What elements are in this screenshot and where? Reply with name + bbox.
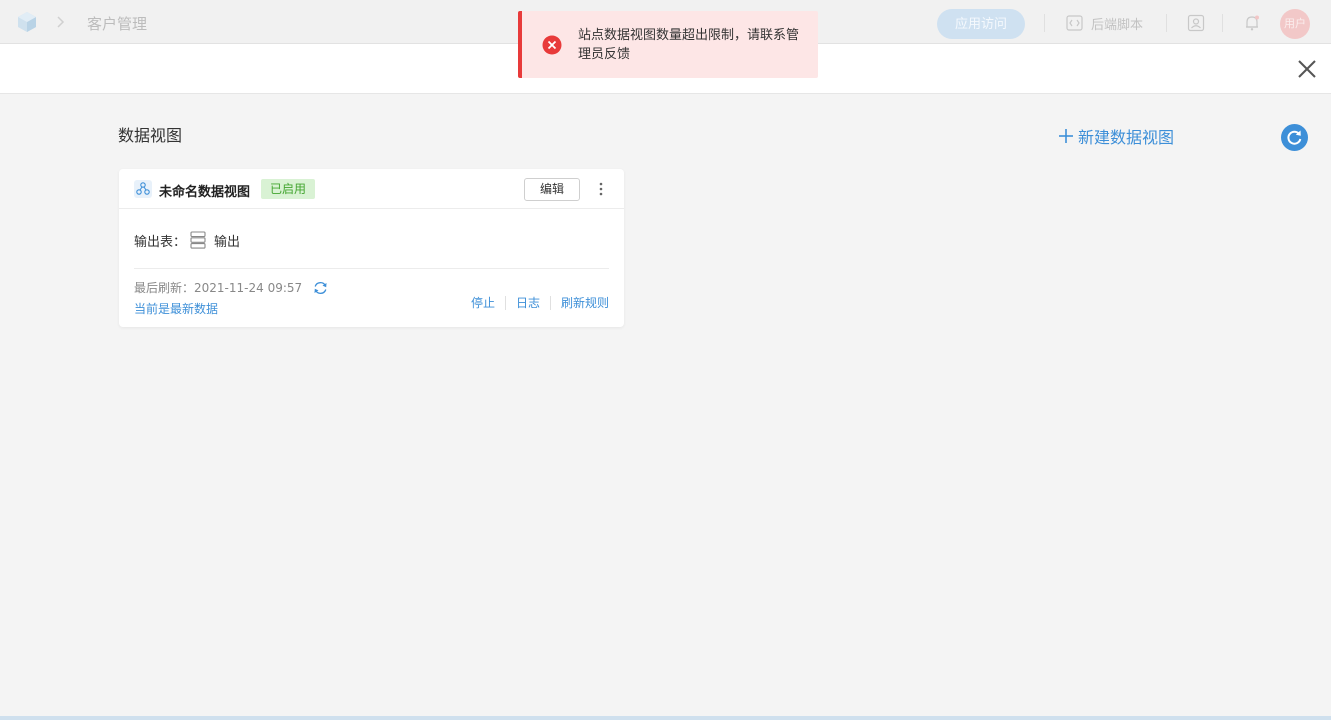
refresh-rules-link[interactable]: 刷新规则 (561, 294, 609, 311)
new-data-view-button[interactable]: 新建数据视图 (1058, 124, 1174, 148)
last-refresh-label: 最后刷新： (134, 281, 195, 295)
divider (134, 268, 609, 269)
new-data-view-label: 新建数据视图 (1078, 128, 1175, 147)
app-name[interactable]: 客户管理 (87, 13, 147, 34)
last-refresh-row: 最后刷新： 2021-11-24 09:57 (134, 279, 329, 296)
latest-data-status: 当前是最新数据 (134, 302, 219, 316)
error-toast: 站点数据视图数量超出限制，请联系管理员反馈 (518, 11, 818, 78)
divider (1222, 14, 1223, 32)
table-icon (190, 231, 206, 249)
divider (1044, 14, 1045, 32)
divider (549, 295, 551, 310)
user-avatar[interactable]: 用户 (1280, 9, 1310, 39)
plus-icon (1059, 129, 1073, 143)
close-icon[interactable] (1296, 58, 1318, 80)
data-view-icon (134, 180, 152, 198)
log-link[interactable]: 日志 (516, 294, 540, 311)
contact-card-icon[interactable] (1187, 14, 1205, 32)
sync-icon[interactable] (312, 280, 329, 296)
data-view-card: 未命名数据视图 已启用 编辑 输出表： 输出 最后刷新： 2021-11-24 … (119, 169, 624, 327)
data-view-name: 未命名数据视图 (159, 185, 251, 200)
last-refresh-time: 2021-11-24 09:57 (194, 280, 303, 295)
bottom-strip (0, 716, 1331, 720)
output-table-name[interactable]: 输出 (214, 231, 240, 250)
bell-icon[interactable] (1243, 14, 1261, 32)
app-logo-icon[interactable] (15, 10, 39, 34)
card-header: 未命名数据视图 已启用 编辑 (119, 169, 624, 209)
chevron-right-icon (57, 16, 65, 28)
refresh-button[interactable] (1281, 124, 1308, 151)
divider (1166, 14, 1167, 32)
card-actions: 停止 日志 刷新规则 (471, 294, 609, 311)
backend-script-button[interactable]: 后端脚本 (1066, 14, 1144, 33)
stop-link[interactable]: 停止 (471, 294, 495, 311)
backend-script-label: 后端脚本 (1091, 17, 1144, 33)
toast-message: 站点数据视图数量超出限制，请联系管理员反馈 (578, 28, 800, 62)
error-icon (542, 35, 562, 55)
refresh-icon (1287, 130, 1302, 145)
divider (504, 295, 506, 310)
app-visit-button[interactable]: 应用访问 (937, 9, 1025, 39)
status-badge: 已启用 (261, 179, 316, 199)
code-icon (1066, 15, 1083, 31)
output-table-row: 输出表： 输出 (134, 231, 240, 250)
more-vertical-icon[interactable] (597, 181, 605, 197)
edit-button[interactable]: 编辑 (524, 178, 580, 201)
section-title: 数据视图 (118, 126, 183, 145)
output-table-label: 输出表： (134, 234, 187, 250)
